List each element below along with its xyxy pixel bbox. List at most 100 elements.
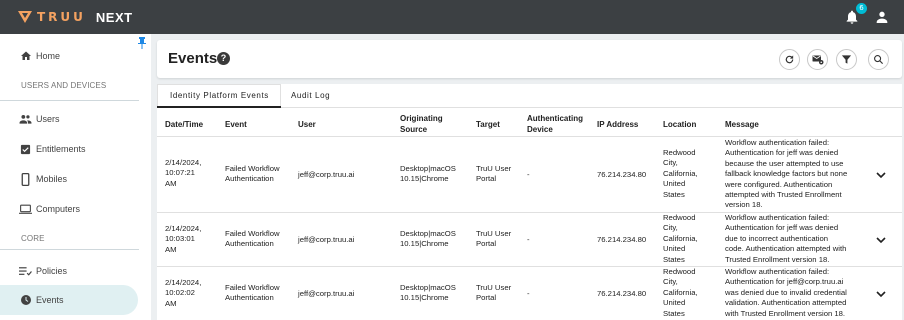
product-name: NEXT	[95, 9, 133, 25]
expand-chevron-icon[interactable]	[876, 290, 886, 298]
sidebar-item-label: Entitlements	[36, 144, 86, 154]
cell-line: Authentication for jeff was denied	[725, 148, 839, 158]
cell-line: Authentication	[225, 174, 274, 184]
cell-location: Redwood City, California, United States	[663, 213, 698, 265]
cell-line: Desktop|macOS	[400, 164, 456, 173]
cell-message: Workflow authentication failed: Authenti…	[725, 213, 846, 265]
column-header-event[interactable]: Event	[225, 119, 247, 130]
cell-line: Portal	[476, 174, 497, 184]
sidebar-item-policies[interactable]: Policies	[0, 256, 151, 286]
cell-line: AM	[165, 244, 177, 254]
column-header-line: Authenticating	[527, 114, 583, 123]
section-users-and-devices: USERS AND DEVICES	[21, 81, 107, 90]
sidebar-item-entitlements[interactable]: Entitlements	[0, 134, 151, 164]
filter-icon	[841, 55, 852, 64]
column-header-line: Originating	[400, 114, 443, 123]
cell-line: attempted with Trusted Enrollment	[725, 190, 842, 200]
cell-datetime: 2/14/2024, 10:02:02 AM	[165, 278, 201, 309]
cell-line: City,	[663, 277, 678, 287]
cell-line: fallback knowledge factors but none	[725, 169, 848, 179]
cell-line: with Trusted Enrollment version 18.	[725, 308, 846, 318]
sidebar-item-home[interactable]: Home	[0, 41, 151, 71]
sidebar-item-label: Mobiles	[36, 174, 68, 184]
cell-line: Authentication	[225, 293, 274, 303]
mail-settings-icon	[812, 55, 823, 65]
sidebar-item-label: Computers	[36, 204, 81, 214]
cell-authenticating-device: -	[527, 289, 530, 298]
help-icon[interactable]: ?	[217, 52, 230, 65]
laptop-icon	[19, 203, 32, 216]
account-button[interactable]	[874, 9, 890, 25]
sidebar-item-label: Policies	[36, 266, 68, 276]
column-header-authenticating-device[interactable]: Authenticating Device	[527, 113, 583, 135]
cell-line: 10:02:02	[165, 288, 195, 298]
tab-identity-platform-events[interactable]: Identity Platform Events	[170, 91, 269, 100]
checkbox-icon	[19, 143, 32, 156]
mobile-icon	[19, 172, 32, 186]
cell-line: AM	[165, 298, 177, 308]
email-report-button[interactable]	[807, 49, 828, 70]
cell-line: 10.15|Chrome	[400, 293, 449, 303]
search-button[interactable]	[868, 49, 889, 70]
cell-line: Trusted Enrollment version 18.	[725, 254, 830, 264]
sidebar-item-label: Home	[36, 51, 61, 61]
column-header-datetime[interactable]: Date/Time	[165, 119, 203, 130]
column-header-location[interactable]: Location	[663, 119, 696, 130]
column-header-line: Device	[527, 125, 553, 134]
cell-ip-address: 76.214.234.80	[597, 289, 647, 298]
cell-line: California,	[663, 168, 698, 178]
tab-audit-log[interactable]: Audit Log	[291, 91, 330, 100]
cell-user: jeff@corp.truu.ai	[298, 289, 355, 298]
cell-user: jeff@corp.truu.ai	[298, 235, 355, 244]
sidebar-item-users[interactable]: Users	[0, 104, 151, 134]
column-header-message[interactable]: Message	[725, 119, 759, 130]
cell-line: 10.15|Chrome	[400, 239, 449, 249]
filter-button[interactable]	[836, 49, 857, 70]
cell-location: Redwood City, California, United States	[663, 267, 698, 319]
divider	[0, 249, 139, 250]
search-icon	[874, 55, 884, 65]
sidebar-item-computers[interactable]: Computers	[0, 194, 151, 224]
column-header-originating-source[interactable]: Originating Source	[400, 113, 443, 135]
column-header-user[interactable]: User	[298, 119, 316, 130]
divider	[0, 100, 139, 101]
cell-line: 2/14/2024,	[165, 278, 202, 287]
cell-originating-source: Desktop|macOS 10.15|Chrome	[400, 229, 456, 250]
section-core: CORE	[21, 234, 45, 243]
cell-line: Workflow authentication failed:	[725, 267, 830, 276]
cell-authenticating-device: -	[527, 170, 530, 179]
column-header-target[interactable]: Target	[476, 119, 500, 130]
cell-line: code. Authentication attempted with	[725, 244, 847, 254]
notifications-button[interactable]: 6	[844, 3, 867, 25]
notification-badge: 6	[856, 3, 867, 14]
cell-location: Redwood City, California, United States	[663, 148, 698, 200]
cell-line: TruU User	[476, 229, 512, 238]
cell-line: Redwood	[663, 148, 696, 157]
cell-line: validation. Authentication attempted	[725, 298, 847, 308]
cell-ip-address: 76.214.234.80	[597, 235, 647, 244]
cell-datetime: 2/14/2024, 10:07:21 AM	[165, 158, 201, 189]
cell-line: United	[663, 179, 686, 189]
cell-line: Authentication	[225, 239, 274, 249]
sidebar-item-events[interactable]: Events	[0, 285, 138, 315]
cell-line: Redwood	[663, 267, 696, 276]
logo-mark-icon	[18, 11, 32, 23]
column-header-line: Source	[400, 125, 428, 134]
logo-text: TRUU	[37, 10, 86, 24]
cell-originating-source: Desktop|macOS 10.15|Chrome	[400, 283, 456, 304]
sidebar-item-label: Users	[36, 114, 60, 124]
cell-line: due to incorrect authentication	[725, 233, 828, 243]
cell-target: TruU User Portal	[476, 164, 511, 185]
column-header-ip-address[interactable]: IP Address	[597, 119, 638, 130]
users-icon	[19, 113, 32, 126]
cell-authenticating-device: -	[527, 235, 530, 244]
cell-line: Desktop|macOS	[400, 229, 456, 238]
expand-chevron-icon[interactable]	[876, 171, 886, 179]
sidebar-item-mobiles[interactable]: Mobiles	[0, 164, 151, 194]
expand-chevron-icon[interactable]	[876, 236, 886, 244]
cell-line: California,	[663, 287, 698, 297]
refresh-button[interactable]	[779, 49, 800, 70]
cell-line: 10:07:21	[165, 168, 195, 178]
cell-line: Workflow authentication failed:	[725, 138, 830, 147]
logo[interactable]: TRUU NEXT	[18, 10, 133, 25]
